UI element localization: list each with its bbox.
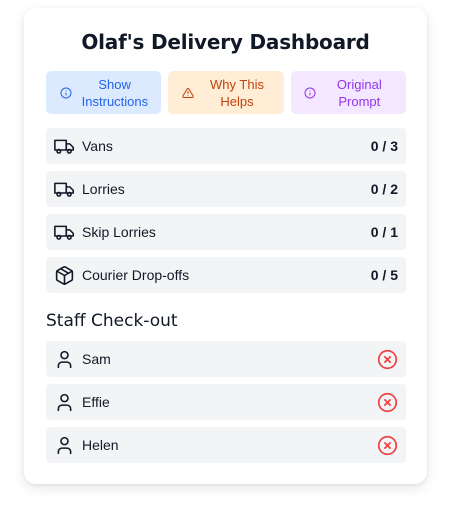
delivery-name: Lorries: [82, 181, 125, 197]
package-icon: [53, 264, 75, 286]
delivery-row-skip-lorries: Skip Lorries 0 / 1: [46, 214, 406, 250]
delivery-row-courier-drop-offs: Courier Drop-offs 0 / 5: [46, 257, 406, 293]
delivery-name: Skip Lorries: [82, 224, 156, 240]
user-icon: [53, 434, 75, 456]
staff-list: Sam Effie Helen: [46, 341, 406, 470]
action-buttons: Show Instructions Why This Helps Origina…: [46, 71, 406, 114]
user-icon: [53, 391, 75, 413]
delivery-count: 0 / 3: [370, 138, 398, 154]
staff-name: Sam: [82, 351, 111, 367]
staff-checkout-heading: Staff Check-out: [46, 311, 178, 331]
x-circle-icon[interactable]: [376, 434, 398, 456]
delivery-row-lorries: Lorries 0 / 2: [46, 171, 406, 207]
truck-icon: [53, 221, 75, 243]
info-icon: [304, 87, 316, 98]
staff-row-helen: Helen: [46, 427, 406, 463]
user-icon: [53, 348, 75, 370]
truck-icon: [53, 135, 75, 157]
staff-name: Effie: [82, 394, 110, 410]
info-icon: [60, 87, 72, 98]
warning-icon: [182, 87, 194, 98]
truck-icon: [53, 178, 75, 200]
why-this-helps-label: Why This Helps: [210, 76, 264, 109]
why-this-helps-button[interactable]: Why This Helps: [168, 71, 284, 114]
staff-row-effie: Effie: [46, 384, 406, 420]
show-instructions-label: Show Instructions: [81, 76, 149, 109]
staff-name: Helen: [82, 437, 119, 453]
delivery-count: 0 / 1: [370, 224, 398, 240]
delivery-name: Courier Drop-offs: [82, 267, 190, 283]
delivery-list: Vans 0 / 3 Lorries 0 / 2 Skip Lorries 0 …: [46, 128, 406, 300]
dashboard-card: Olaf's Delivery Dashboard Show Instructi…: [24, 8, 427, 484]
x-circle-icon[interactable]: [376, 348, 398, 370]
delivery-count: 0 / 5: [370, 267, 398, 283]
delivery-name: Vans: [82, 138, 113, 154]
show-instructions-button[interactable]: Show Instructions: [46, 71, 162, 114]
delivery-count: 0 / 2: [370, 181, 398, 197]
delivery-row-vans: Vans 0 / 3: [46, 128, 406, 164]
x-circle-icon[interactable]: [376, 391, 398, 413]
staff-row-sam: Sam: [46, 341, 406, 377]
original-prompt-button[interactable]: Original Prompt: [290, 71, 406, 114]
page-title: Olaf's Delivery Dashboard: [81, 30, 370, 54]
original-prompt-label: Original Prompt: [336, 76, 382, 109]
